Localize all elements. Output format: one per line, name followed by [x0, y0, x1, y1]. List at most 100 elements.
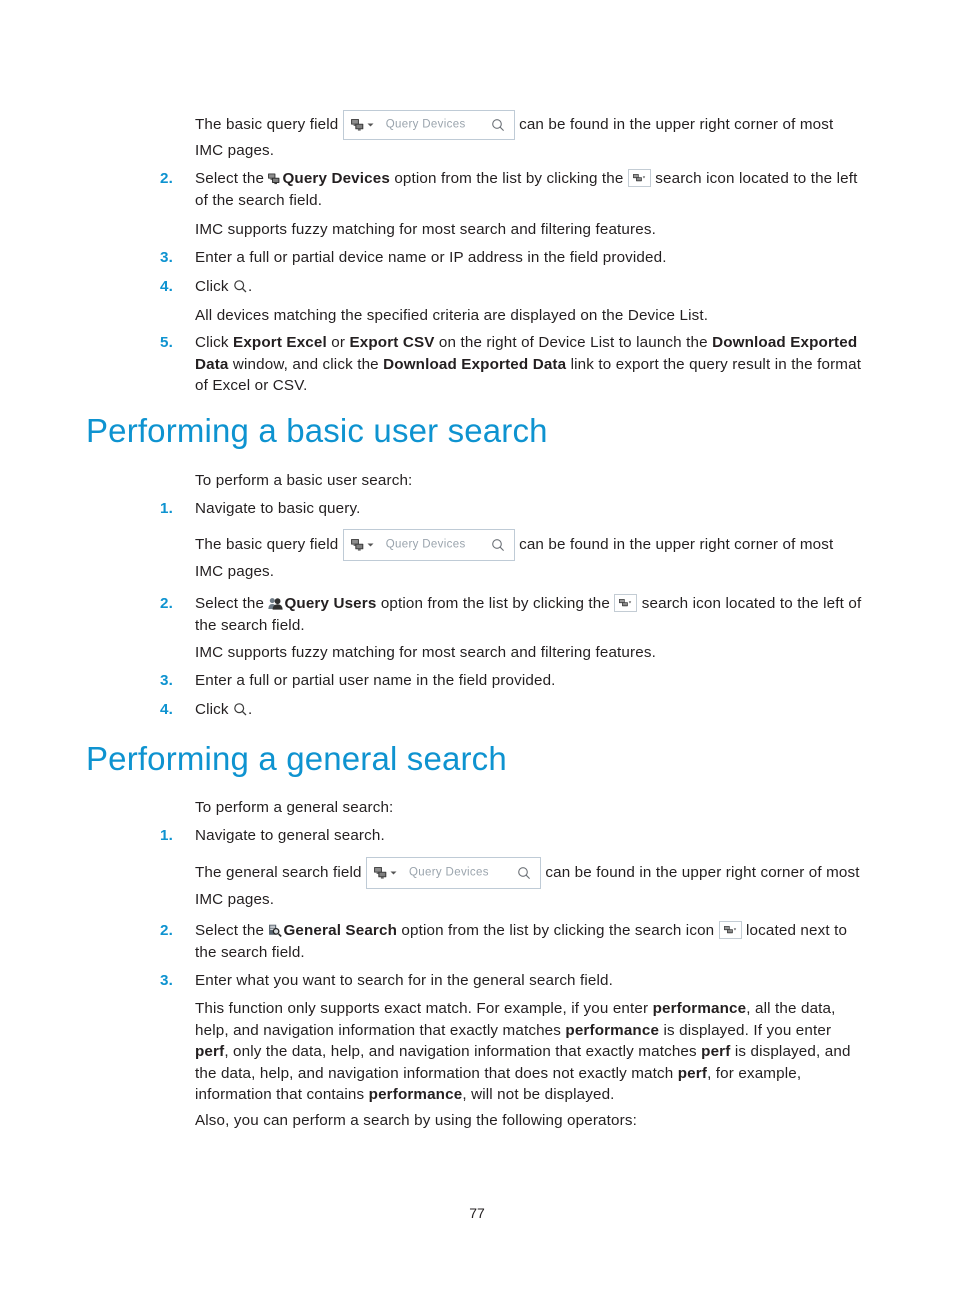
list-item: 4. Click . [160, 699, 866, 721]
device-icon [268, 173, 281, 185]
step-note: All devices matching the specified crite… [195, 307, 709, 324]
exact-match-explanation: This function only supports exact match.… [195, 998, 866, 1106]
field-note-lead: The basic query field [195, 536, 339, 554]
step-text-part: on the right of Device List to launch th… [434, 334, 713, 351]
search-input-placeholder[interactable]: Query Devices [386, 534, 466, 556]
step-text-part: window, and click the [228, 355, 384, 373]
performance-term: performance [368, 1086, 463, 1103]
performance-term: performance [652, 1000, 747, 1017]
note-text-part: , only the data, help, and navigation in… [224, 1043, 702, 1060]
search-input-placeholder[interactable]: Query Devices [409, 862, 489, 884]
list-body: Navigate to basic query. [195, 500, 361, 517]
page-title-user-search: Performing a basic user search [86, 412, 548, 449]
list-item: 2. Select the Query Devices option from … [160, 168, 866, 211]
list-number: 2. [160, 595, 173, 612]
list-item: 1. Navigate to general search. [160, 825, 866, 847]
click-label: Click [195, 278, 229, 295]
general-search-term: General Search [283, 922, 398, 939]
list-body: Enter what you want to search for in the… [195, 972, 614, 989]
list-number: 3. [160, 972, 173, 989]
magnifier-icon[interactable] [517, 866, 531, 880]
device-icon [350, 119, 365, 132]
list-body: Enter a full or partial user name in the… [195, 672, 556, 689]
intro-text: To perform a general search: [195, 799, 394, 816]
search-type-icon-button[interactable] [614, 593, 638, 612]
query-devices-search-field[interactable]: Query Devices [342, 529, 515, 561]
general-search-field-note: The general search field Query Devices c… [195, 857, 866, 911]
list-body: Click Export Excel or Export CSV on the … [195, 332, 866, 397]
chevron-down-icon[interactable] [367, 543, 374, 548]
list-number: 4. [160, 701, 173, 718]
note-text-part: This function only supports exact match.… [195, 1000, 653, 1017]
general-search-field[interactable]: Query Devices [365, 857, 541, 889]
list-body: Navigate to general search. [195, 827, 385, 844]
intro-text: To perform a basic user search: [195, 472, 413, 489]
step-text-part: option from the list by clicking the sea… [397, 922, 719, 939]
page-number: 77 [469, 1205, 485, 1221]
performance-term: performance [565, 1021, 660, 1039]
list-number: 1. [160, 500, 173, 517]
step-note: IMC supports fuzzy matching for most sea… [195, 221, 656, 238]
list-number: 4. [160, 278, 173, 295]
list-number: 5. [160, 334, 173, 351]
step-bold-term: Query Devices [282, 170, 390, 187]
list-number: 3. [160, 672, 173, 689]
perf-term: perf [701, 1043, 731, 1060]
document-search-icon [268, 924, 283, 938]
document-page: The basic query field Query Devices can … [0, 0, 954, 1296]
query-users-term: Query Users [284, 595, 377, 612]
download-exported-data-link-term: Download Exported Data [383, 355, 567, 373]
list-item: 4. Click . [160, 276, 866, 298]
list-body: Select the Query Devices option from the… [195, 168, 866, 211]
step-text-part: option from the list by clicking the [389, 170, 628, 187]
list-item: 3. Enter a full or partial device name o… [160, 247, 866, 269]
step-text-part: Select the [195, 170, 269, 187]
basic-query-field-note-user: The basic query field Query Devices can … [195, 529, 866, 583]
step-text-part: Select the [195, 595, 269, 612]
list-item: 5. Click Export Excel or Export CSV on t… [160, 332, 866, 397]
magnifier-icon[interactable] [233, 279, 248, 294]
chevron-down-icon[interactable] [367, 123, 374, 128]
users-icon [268, 597, 284, 610]
search-type-icon-button[interactable] [718, 920, 742, 939]
search-type-selector[interactable] [373, 867, 397, 880]
click-label: Click [195, 701, 229, 718]
list-item: 2. Select the General Search option from… [160, 920, 866, 963]
magnifier-icon[interactable] [491, 118, 505, 132]
click-tail: . [248, 701, 253, 718]
perf-term: perf [677, 1064, 708, 1082]
list-body: Click . [195, 276, 866, 298]
list-number: 2. [160, 922, 173, 939]
list-item: 3. Enter what you want to search for in … [160, 970, 866, 992]
search-type-selector[interactable] [350, 539, 374, 552]
perf-term: perf [195, 1043, 225, 1060]
step-text-part: Select the [195, 922, 269, 939]
field-note-lead: The basic query field [195, 116, 339, 134]
list-number: 3. [160, 249, 173, 266]
step-note: IMC supports fuzzy matching for most sea… [195, 644, 656, 661]
list-body: Select the General Search option from th… [195, 920, 866, 963]
step-text-part: or [326, 334, 350, 351]
list-item: 1. Navigate to basic query. [160, 498, 866, 520]
magnifier-icon[interactable] [233, 702, 248, 717]
field-note-lead: The general search field [195, 864, 362, 882]
step-text-part: Click [195, 334, 234, 351]
click-tail: . [248, 278, 253, 295]
export-excel-term: Export Excel [233, 334, 327, 351]
list-item: 3. Enter a full or partial user name in … [160, 670, 866, 692]
search-type-icon-button[interactable] [627, 168, 651, 187]
device-icon [350, 539, 365, 552]
chevron-down-icon[interactable] [390, 871, 397, 876]
search-input-placeholder[interactable]: Query Devices [386, 114, 466, 136]
magnifier-icon[interactable] [491, 538, 505, 552]
list-body: Select the Query Users option from the l… [195, 593, 866, 636]
step-text-part: option from the list by clicking the [376, 595, 615, 612]
search-type-selector[interactable] [350, 119, 374, 132]
operators-intro: Also, you can perform a search by using … [195, 1112, 637, 1129]
list-body: Click . [195, 699, 866, 721]
list-body: Enter a full or partial device name or I… [195, 249, 667, 266]
list-item: 2. Select the Query Users option from th… [160, 593, 866, 636]
note-text-part: , will not be displayed. [462, 1086, 615, 1103]
query-devices-search-field[interactable]: Query Devices [342, 110, 515, 140]
basic-query-field-note-device: The basic query field Query Devices can … [195, 110, 866, 162]
